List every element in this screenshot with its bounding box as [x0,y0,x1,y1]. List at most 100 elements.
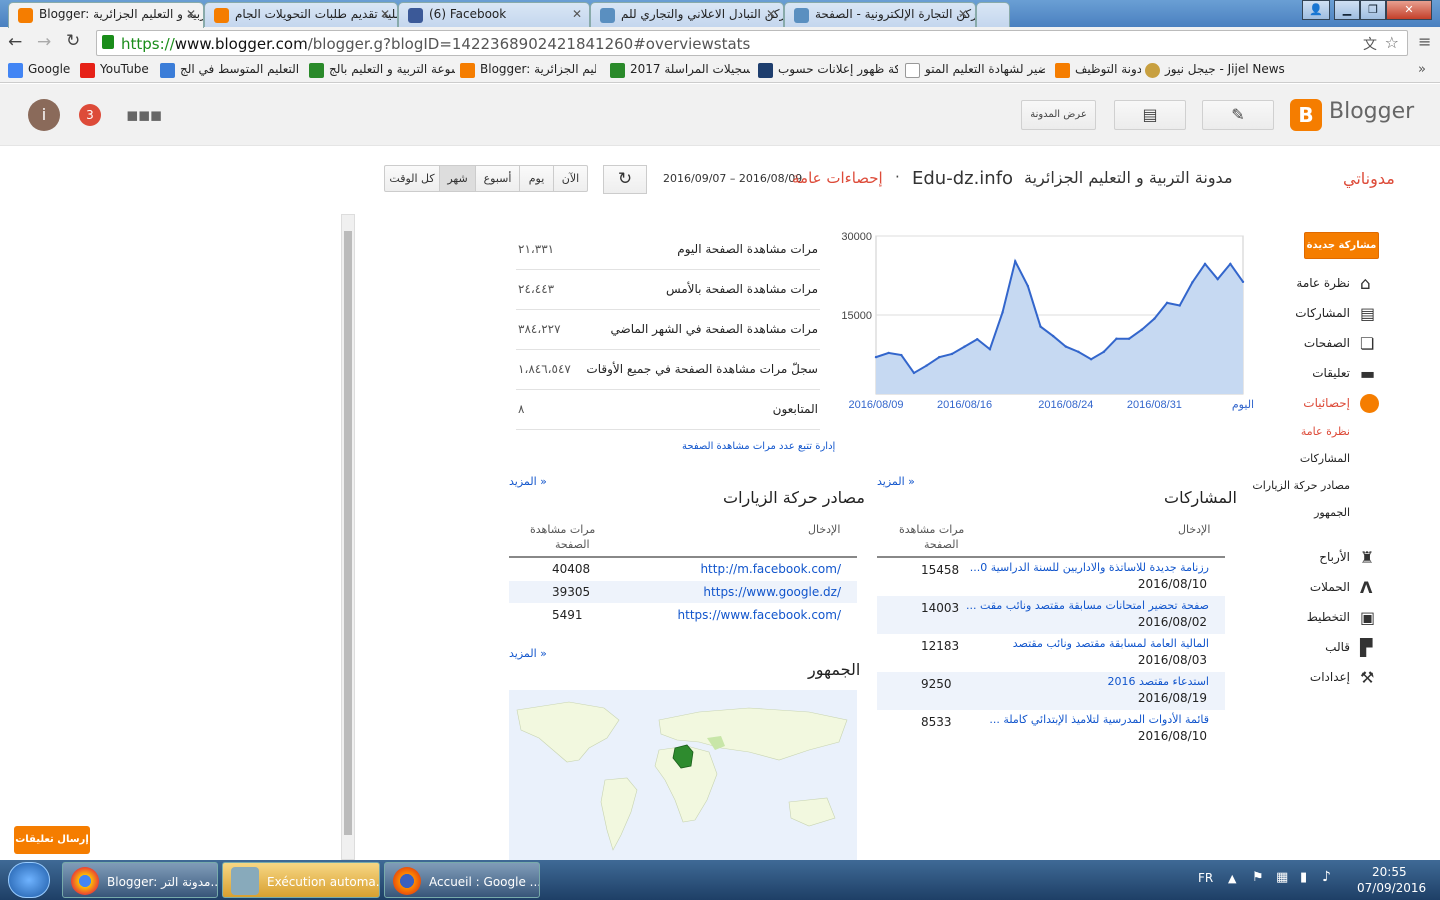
stats-sub-traffic[interactable]: مصادر حركة الزيارات [1252,479,1350,492]
date-range: 2016/09/07 – 2016/08/09 [663,172,803,185]
close-icon[interactable]: ✕ [766,7,776,21]
forum-icon [794,8,809,23]
clock-time[interactable]: 20:55 [1372,865,1407,879]
refresh-button[interactable]: ↻ [603,165,647,194]
scrollbar-thumb[interactable] [344,231,352,835]
menu-icon[interactable]: ≡ [1418,32,1431,51]
chart-point [1216,277,1219,281]
audience-more-link[interactable]: المزيد » [509,647,547,660]
forward-icon[interactable]: → [37,32,51,52]
range-month[interactable]: شهر [439,165,476,192]
trophy-icon: ♜ [1360,548,1375,567]
minimize-icon[interactable]: ▁ [1334,0,1360,20]
view-blog-button[interactable]: عرض المدونة [1021,100,1096,130]
firefox-icon [393,867,421,895]
more-bookmarks-icon[interactable]: » [1418,62,1426,77]
chart-point [1203,262,1207,266]
tray-app-icon[interactable]: ▦ [1276,870,1288,885]
facebook-icon [408,8,423,23]
manage-tracking-link[interactable]: إدارة تتبع عدد مرات مشاهدة الصفحة [682,441,835,452]
traffic-more-link[interactable]: المزيد » [509,475,547,488]
user-icon[interactable]: 👤 [1302,0,1330,20]
bookmark-google[interactable]: Google [8,62,70,80]
bookmark-hsoub[interactable]: شبكة ظهور إعلانات حسوب [758,62,898,80]
task-chrome[interactable]: Blogger: مدونة التر... [62,862,218,898]
chart-xtick-label: 2016/08/24 [1038,399,1093,411]
send-feedback-button[interactable]: إرسال تعليقات [14,826,90,854]
google-icon [8,63,23,78]
posts-more-link[interactable]: المزيد » [877,475,915,488]
bookmark-youtube[interactable]: YouTube [80,62,149,80]
notifications-badge[interactable]: 3 [79,104,101,126]
restore-icon[interactable]: ❐ [1360,0,1386,20]
task-firefox[interactable]: Accueil : Google ... [384,862,540,898]
table-row: صفحة تحضير امتحانات مسابقة مقتصد ونائب م… [877,596,1225,634]
close-icon[interactable]: ✕ [572,7,582,21]
bookmark-employment[interactable]: مدونة التوظيف [1055,62,1141,80]
tab-exchange[interactable]: ركن التبادل الاعلاني والتجاري للم ✕ [590,2,784,27]
scrollbar[interactable] [341,214,355,860]
tab-transfers[interactable]: عملية تقديم طلبات التحويلات الجام ✕ [204,2,398,27]
star-icon[interactable]: ☆ [1385,33,1399,52]
summary-row: المتابعون ٨ [516,390,820,430]
posts-icon: ▤ [1142,105,1158,124]
range-now[interactable]: الآن [553,165,588,192]
close-icon[interactable]: ✕ [380,7,390,21]
translate-icon[interactable]: 文 [1363,34,1377,54]
table-row: قائمة الأدوات المدرسية لتلاميذ الإبتدائي… [921,713,1209,743]
flag-tray-icon[interactable]: ⚑ [1252,870,1264,885]
stats-sub-audience[interactable]: الجمهور [1314,506,1350,519]
range-all-time[interactable]: كل الوقت [384,165,440,192]
bookmark-blogger[interactable]: Blogger: التعليم الجزائرية [460,62,596,80]
close-icon[interactable]: ✕ [186,7,196,21]
chart-point [1241,280,1245,284]
bookmark-bem[interactable]: التحضير لشهادة التعليم المتو [905,62,1045,80]
bookmark-encyclopedia[interactable]: موسوعة التربية و التعليم بالج [309,62,455,80]
summary-row: مرات مشاهدة الصفحة اليوم ٢١،٣٣١ [516,230,820,270]
reload-icon[interactable]: ↻ [66,31,80,51]
tab-facebook[interactable]: (6) Facebook ✕ [398,2,590,27]
blog-domain[interactable]: Edu-dz.info [912,168,1013,189]
blogger-wordmark: Blogger [1329,99,1415,124]
table-row: استدعاء مقتصد 2016 2016/08/19 9250 [877,672,1225,710]
bookmark-jijel-news[interactable]: جيجل نيوز - Jijel News [1145,62,1285,80]
chart-point [1102,350,1105,354]
language-indicator[interactable]: FR [1198,871,1213,885]
windows-taskbar: Blogger: مدونة التر... Exécution automa.… [0,860,1440,900]
close-icon[interactable]: ✕ [958,7,968,21]
range-day[interactable]: يوم [519,165,554,192]
tray-arrow-icon[interactable]: ▲ [1228,872,1236,885]
back-icon[interactable]: ← [8,32,22,52]
stats-sub-overview[interactable]: نظرة عامة [1301,425,1350,438]
summary-row: سجلّ مرات مشاهدة الصفحة في جميع الأوقات ١… [516,350,820,390]
apps-grid-icon[interactable]: ▪▪▪ [126,104,163,126]
avatar[interactable]: i [28,99,60,131]
new-post-pencil-button[interactable]: ✎ [1202,100,1274,130]
blogger-icon [214,8,229,23]
new-tab-button[interactable] [976,2,1010,27]
blogger-header: i 3 ▪▪▪ عرض المدونة ▤ ✎ B Blogger [0,84,1440,146]
chrome-icon [71,867,99,895]
clock-date[interactable]: 07/09/2016 [1357,881,1426,895]
stats-sub-posts[interactable]: المشاركات [1300,452,1350,465]
address-bar[interactable]: https://www.blogger.com/blogger.g?blogID… [96,30,1408,56]
bookmark-middle-school[interactable]: مدونة التعليم المتوسط في الج [160,62,300,80]
automation-icon [231,867,259,895]
start-button[interactable] [8,862,50,898]
new-post-button[interactable]: مشاركة جديدة [1304,232,1379,259]
table-row: المالية العامة لمسابقة مقتصد ونائب مقتصد… [921,637,1209,667]
posts-list-button[interactable]: ▤ [1114,100,1186,130]
blogger-logo-icon[interactable]: B [1290,99,1322,131]
bookmark-registration[interactable]: تسجيلات المراسلة 2017 dz [610,62,750,80]
network-icon[interactable]: ▮ [1300,870,1307,885]
tab-ecommerce[interactable]: ركن التجارة الإلكترونية - الصفحة ✕ [784,2,976,27]
chart-point [1051,334,1055,338]
my-blogs-link[interactable]: مدوناتي [1343,169,1395,188]
pages-icon: ❏ [1360,334,1375,353]
range-week[interactable]: أسبوع [475,165,520,192]
tab-blogger[interactable]: Blogger: ربية و التعليم الجزائرية ✕ [8,2,204,28]
volume-icon[interactable]: ♪ [1322,869,1331,885]
task-automation[interactable]: Exécution automa... [222,862,380,898]
window-close-icon[interactable]: ✕ [1386,0,1432,20]
blog-name[interactable]: مدونة التربية و التعليم الجزائرية [1024,168,1233,187]
